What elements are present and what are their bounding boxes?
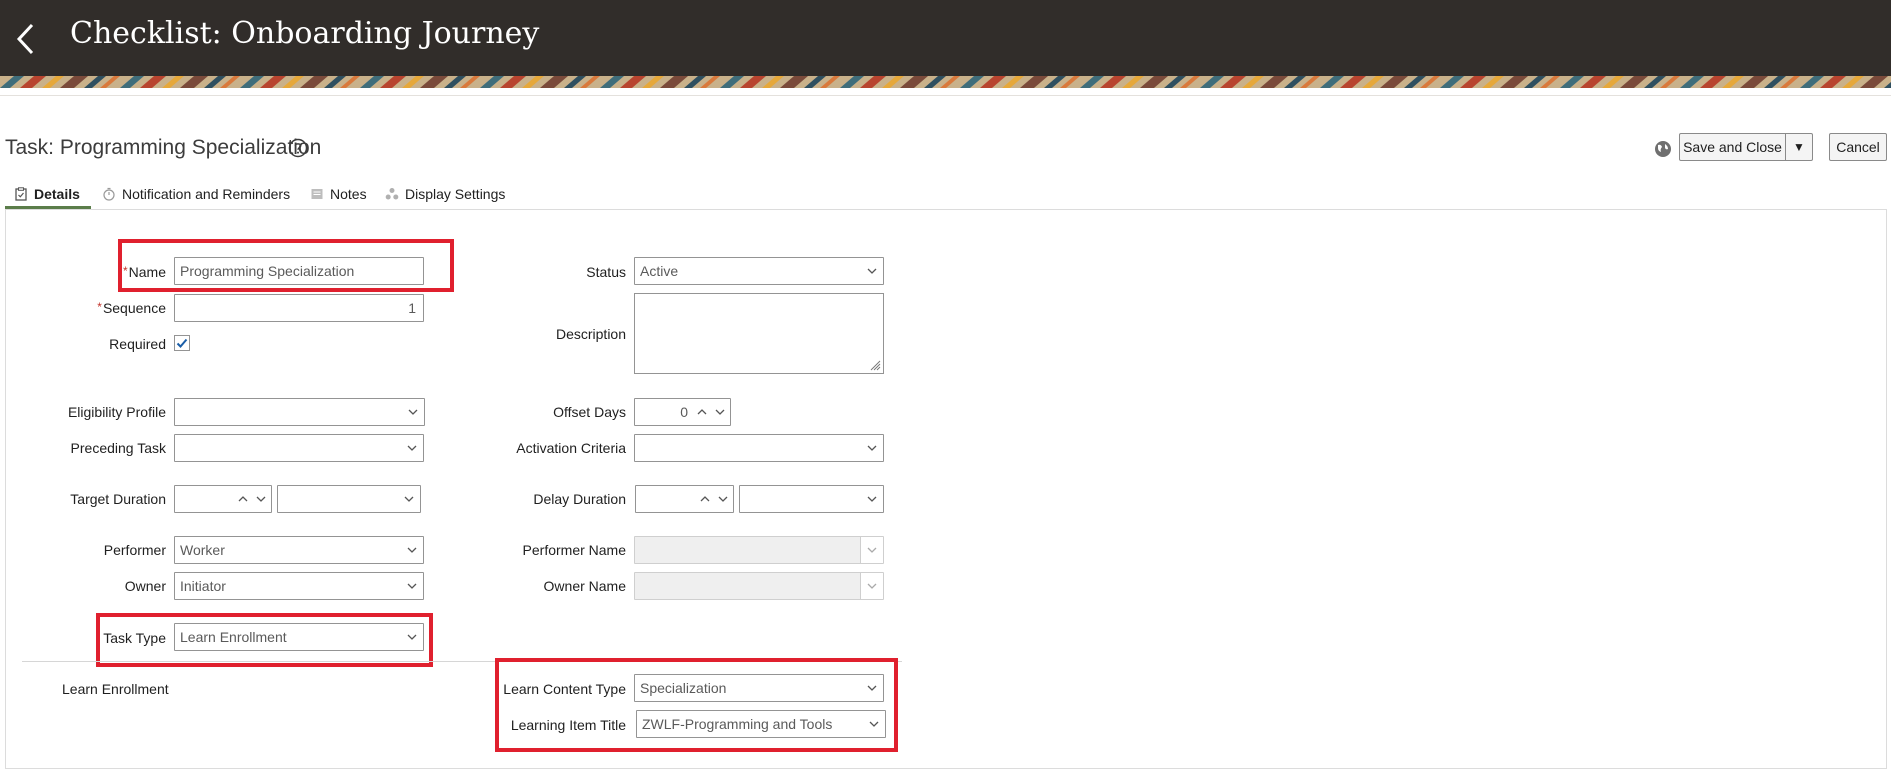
- globe-icon[interactable]: [1654, 140, 1672, 158]
- chevron-down-icon: [407, 445, 417, 451]
- chevron-up-icon[interactable]: [696, 407, 708, 417]
- offset-days-input[interactable]: 0: [634, 398, 731, 426]
- cancel-button[interactable]: Cancel: [1829, 133, 1887, 161]
- save-and-close-button[interactable]: Save and Close ▼: [1679, 133, 1813, 161]
- chevron-down-icon: [867, 445, 877, 451]
- help-icon[interactable]: [288, 138, 308, 158]
- tab-details[interactable]: Details: [14, 182, 80, 206]
- resize-handle-icon[interactable]: [869, 359, 881, 371]
- tab-notes-label: Notes: [330, 186, 367, 202]
- chevron-down-icon: [869, 721, 879, 727]
- target-duration-input[interactable]: [174, 485, 272, 513]
- status-label: Status: [586, 264, 626, 280]
- required-label: Required: [109, 336, 166, 352]
- tab-display-settings[interactable]: Display Settings: [385, 182, 505, 206]
- delay-duration-unit-select[interactable]: [739, 485, 884, 513]
- decorative-banner: [0, 76, 1891, 88]
- delay-duration-input[interactable]: [635, 485, 734, 513]
- performer-name-select: [634, 536, 884, 564]
- page-title: Checklist: Onboarding Journey: [70, 16, 540, 51]
- owner-select[interactable]: Initiator: [174, 572, 424, 600]
- description-label: Description: [555, 326, 626, 342]
- task-type-label: Task Type: [103, 630, 166, 646]
- note-icon: [311, 189, 323, 199]
- chevron-down-icon: [867, 268, 877, 274]
- chevron-down-icon: [860, 537, 883, 563]
- save-and-close-label: Save and Close: [1683, 139, 1782, 155]
- chevron-down-icon: [407, 634, 417, 640]
- preceding-task-select[interactable]: [174, 434, 424, 462]
- preceding-task-label: Preceding Task: [70, 440, 166, 456]
- stopwatch-icon: [103, 187, 115, 201]
- chevron-down-icon[interactable]: [255, 494, 267, 504]
- chevron-down-icon: [408, 409, 418, 415]
- tab-notes[interactable]: Notes: [310, 182, 367, 206]
- sequence-input[interactable]: 1: [174, 294, 424, 322]
- learn-content-type-select[interactable]: Specialization: [634, 674, 884, 702]
- owner-name-label: Owner Name: [543, 578, 626, 594]
- eligibility-profile-select[interactable]: [174, 398, 425, 426]
- chevron-up-icon[interactable]: [237, 494, 249, 504]
- task-title: Task: Programming Specialization: [5, 136, 322, 159]
- owner-label: Owner: [124, 578, 166, 594]
- clipboard-icon: [15, 187, 27, 201]
- chevron-down-icon: [860, 573, 883, 599]
- owner-name-select: [634, 572, 884, 600]
- chevron-down-icon[interactable]: [714, 407, 726, 417]
- chevron-down-icon: [407, 547, 417, 553]
- activation-criteria-select[interactable]: [634, 434, 884, 462]
- chevron-down-icon: [867, 685, 877, 691]
- people-icon: [385, 188, 399, 200]
- learn-enrollment-section-label: Learn Enrollment: [62, 681, 169, 697]
- sequence-label: *Sequence: [97, 300, 166, 316]
- tab-display-settings-label: Display Settings: [405, 186, 506, 202]
- tab-notification-and-reminders[interactable]: Notification and Reminders: [102, 182, 290, 206]
- chevron-down-icon: [407, 583, 417, 589]
- target-duration-label: Target Duration: [70, 491, 166, 507]
- tab-notification-label: Notification and Reminders: [122, 186, 291, 202]
- activation-criteria-label: Activation Criteria: [516, 440, 626, 456]
- performer-label: Performer: [103, 542, 166, 558]
- delay-duration-label: Delay Duration: [533, 491, 626, 507]
- chevron-up-icon[interactable]: [699, 494, 711, 504]
- performer-select[interactable]: Worker: [174, 536, 424, 564]
- learning-item-title-select[interactable]: ZWLF-Programming and Tools: [636, 710, 886, 738]
- name-label: *Name: [122, 264, 166, 280]
- performer-name-label: Performer Name: [522, 542, 626, 558]
- name-input[interactable]: Programming Specialization: [174, 257, 424, 285]
- chevron-down-icon: [404, 496, 414, 502]
- required-checkbox[interactable]: [174, 335, 190, 351]
- eligibility-profile-label: Eligibility Profile: [67, 404, 166, 420]
- description-textarea[interactable]: [634, 293, 884, 374]
- target-duration-unit-select[interactable]: [277, 485, 421, 513]
- required-indicator: *: [122, 264, 128, 278]
- status-select[interactable]: Active: [634, 257, 884, 285]
- tab-details-label: Details: [34, 186, 80, 202]
- chevron-down-icon: [867, 496, 877, 502]
- required-indicator: *: [97, 300, 102, 314]
- learn-content-type-label: Learn Content Type: [503, 681, 626, 697]
- learning-item-title-label: Learning Item Title: [510, 717, 626, 733]
- offset-days-label: Offset Days: [553, 404, 626, 420]
- banner-divider: [0, 95, 1891, 96]
- chevron-down-icon[interactable]: [717, 494, 729, 504]
- save-options-dropdown-icon[interactable]: ▼: [1785, 134, 1812, 160]
- task-type-select[interactable]: Learn Enrollment: [174, 623, 424, 651]
- back-arrow-icon[interactable]: [14, 22, 38, 56]
